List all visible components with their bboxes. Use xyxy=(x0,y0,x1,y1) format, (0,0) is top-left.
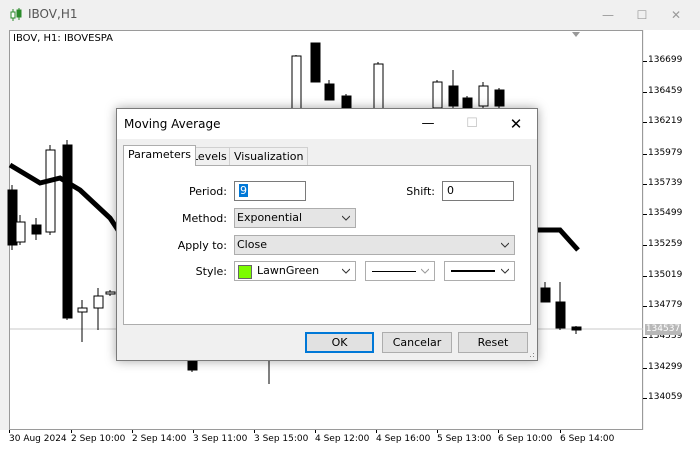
line-width-select[interactable] xyxy=(444,261,515,281)
line-width-sample xyxy=(451,270,495,272)
candle-body xyxy=(62,144,73,319)
dialog-close-button[interactable]: ✕ xyxy=(505,115,527,133)
candle-body xyxy=(540,287,551,303)
period-input[interactable]: 9 xyxy=(234,181,306,201)
period-value: 9 xyxy=(239,184,248,197)
chevron-down-icon xyxy=(501,268,509,274)
chevron-down-icon xyxy=(421,268,429,274)
dialog-title-bar[interactable]: Moving Average — ☐ ✕ xyxy=(117,109,537,139)
chevron-down-icon xyxy=(342,268,350,274)
candle-body xyxy=(31,224,42,235)
shift-input[interactable]: 0 xyxy=(442,181,514,201)
line-style-select[interactable] xyxy=(365,261,435,281)
candle-body xyxy=(77,307,88,313)
candle-body xyxy=(571,326,582,331)
candle-body xyxy=(555,301,566,329)
resize-grip-icon[interactable] xyxy=(527,350,535,358)
ok-button[interactable]: OK xyxy=(305,332,374,353)
dialog-title: Moving Average xyxy=(124,117,221,131)
candle-body xyxy=(432,81,443,109)
line-style-sample xyxy=(372,271,416,272)
shift-label: Shift: xyxy=(406,185,435,198)
method-select[interactable]: Exponential xyxy=(234,208,356,228)
style-label: Style: xyxy=(195,265,227,278)
dialog-minimize-button[interactable]: — xyxy=(417,115,439,133)
reset-button[interactable]: Reset xyxy=(458,332,528,353)
candle-body xyxy=(462,97,473,109)
color-select[interactable]: LawnGreen xyxy=(234,261,356,281)
apply-to-value: Close xyxy=(237,238,267,251)
chevron-down-icon xyxy=(342,215,350,221)
candle-body xyxy=(448,85,459,107)
candle-body xyxy=(373,63,384,113)
shift-value: 0 xyxy=(447,184,454,197)
candle-body xyxy=(478,85,489,107)
candle-body xyxy=(105,291,116,295)
candle-body xyxy=(45,149,56,233)
apply-to-label: Apply to: xyxy=(177,239,227,252)
candle-body xyxy=(15,221,26,243)
method-label: Method: xyxy=(182,212,227,225)
method-value: Exponential xyxy=(237,211,303,224)
tab-visualization[interactable]: Visualization xyxy=(229,147,309,165)
apply-to-select[interactable]: Close xyxy=(234,235,515,255)
dialog-maximize-button[interactable]: ☐ xyxy=(461,115,483,133)
color-swatch xyxy=(238,265,252,279)
cancel-button[interactable]: Cancelar xyxy=(382,332,452,353)
period-label: Period: xyxy=(188,185,227,198)
candle-body xyxy=(324,83,335,101)
moving-average-dialog: Moving Average — ☐ ✕ Parameters Levels V… xyxy=(116,108,538,361)
candle-body xyxy=(494,89,505,107)
candle-body xyxy=(310,42,321,83)
current-price-badge: 134537 xyxy=(645,324,681,335)
color-name: LawnGreen xyxy=(257,264,320,277)
scroll-marker-icon xyxy=(572,32,580,37)
chevron-down-icon xyxy=(501,242,509,248)
candle-body xyxy=(93,295,104,309)
tab-parameters[interactable]: Parameters xyxy=(123,145,196,166)
